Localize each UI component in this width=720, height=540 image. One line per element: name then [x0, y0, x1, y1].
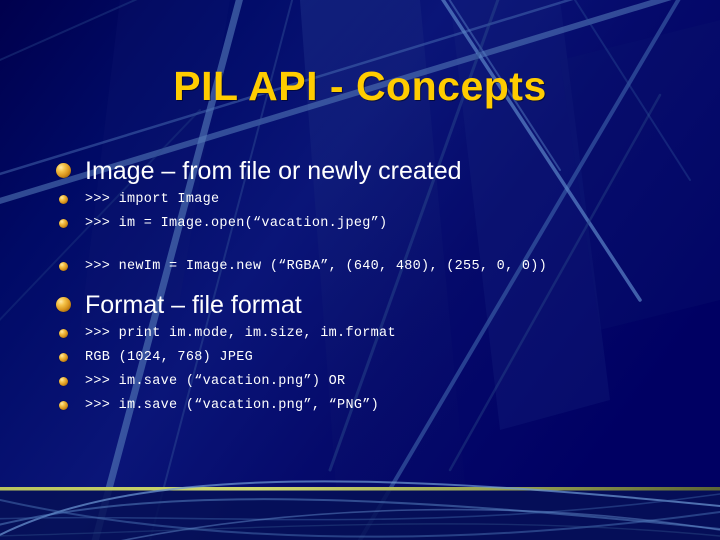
- code-line-item: >>> print im.mode, im.size, im.format: [56, 322, 676, 345]
- sub-bullet-sphere-icon: [59, 353, 68, 362]
- code-print-attrs: >>> print im.mode, im.size, im.format: [85, 326, 396, 341]
- code-im-save-2: >>> im.save (“vacation.png”, “PNG”): [85, 398, 380, 413]
- page-title: PIL API - Concepts: [173, 63, 547, 109]
- code-import-image: >>> import Image: [85, 192, 220, 207]
- sub-bullet-sphere-icon: [59, 401, 68, 410]
- code-image-open: >>> im = Image.open(“vacation.jpeg”): [85, 216, 388, 231]
- code-line-item: RGB (1024, 768) JPEG: [56, 346, 676, 369]
- bullet-format: Format – file format: [85, 291, 302, 319]
- code-line-item: >>> im = Image.open(“vacation.jpeg”): [56, 212, 676, 235]
- code-line-item: >>> im.save (“vacation.png”, “PNG”): [56, 394, 676, 417]
- bullet-sphere-icon: [56, 297, 71, 312]
- presentation-slide: PIL API - Concepts Image – from file or …: [0, 0, 720, 540]
- bullet-sphere-icon: [56, 163, 71, 178]
- sub-bullet-sphere-icon: [59, 195, 68, 204]
- sub-bullet-sphere-icon: [59, 262, 68, 271]
- slide-body-content: Image – from file or newly created >>> im…: [56, 156, 676, 418]
- code-line-item: >>> im.save (“vacation.png”) OR: [56, 370, 676, 393]
- code-line-item: >>> import Image: [56, 188, 676, 211]
- sub-bullet-sphere-icon: [59, 377, 68, 386]
- sub-bullet-sphere-icon: [59, 219, 68, 228]
- code-image-new: >>> newIm = Image.new (“RGBA”, (640, 480…: [85, 259, 548, 274]
- code-im-save-1: >>> im.save (“vacation.png”) OR: [85, 374, 346, 389]
- slide-title-container: PIL API - Concepts: [0, 62, 720, 110]
- bullet-item: Format – file format: [56, 290, 676, 320]
- sub-bullet-sphere-icon: [59, 329, 68, 338]
- code-output-attrs: RGB (1024, 768) JPEG: [85, 350, 254, 365]
- bullet-image: Image – from file or newly created: [85, 157, 462, 185]
- bullet-item: Image – from file or newly created: [56, 156, 676, 186]
- code-line-item: >>> newIm = Image.new (“RGBA”, (640, 480…: [56, 255, 676, 278]
